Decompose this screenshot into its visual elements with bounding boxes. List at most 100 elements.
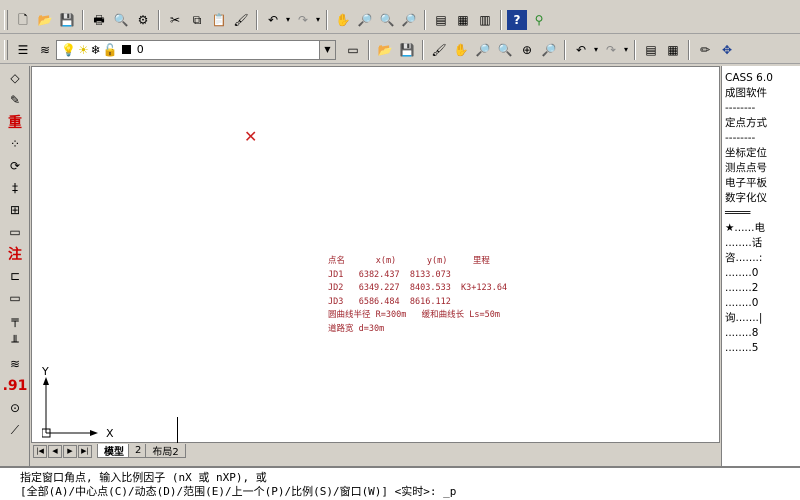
last-tab-icon[interactable]: ▶| xyxy=(78,444,92,458)
zoom-realtime-icon[interactable]: 🔎 xyxy=(355,10,375,30)
separator xyxy=(368,39,370,60)
screen-menu-item[interactable]: ........话 xyxy=(725,236,800,251)
screen-menu-item[interactable]: 电子平板 xyxy=(725,176,800,191)
screen-menu-item[interactable]: ........0 xyxy=(725,296,800,311)
pan-icon[interactable]: ✋ xyxy=(451,40,471,60)
screen-menu-item[interactable]: 成图软件 xyxy=(725,86,800,101)
command-prompt-line: [全部(A)/中心点(C)/动态(D)/范围(E)/上一个(P)/比例(S)/窗… xyxy=(20,485,457,498)
next-tab-icon[interactable]: ▶ xyxy=(63,444,77,458)
zoom-all-icon[interactable]: ⊕ xyxy=(517,40,537,60)
plot-icon[interactable]: ⚙ xyxy=(133,10,153,30)
separator xyxy=(158,9,160,30)
grid-points-icon[interactable]: ⁘ xyxy=(3,134,27,154)
rectangle-icon[interactable]: ⊏ xyxy=(3,266,27,286)
new-icon[interactable]: 🗋 xyxy=(13,10,33,30)
separator xyxy=(326,9,328,30)
screen-menu-item[interactable]: -------- xyxy=(725,131,800,146)
command-line[interactable]: 指定窗口角点, 输入比例因子 (nX 或 nXP), 或 [全部(A)/中心点(… xyxy=(0,466,800,500)
design-center-icon[interactable]: ▦ xyxy=(453,10,473,30)
redo-icon[interactable]: ↷ xyxy=(293,10,313,30)
cut-icon[interactable]: ✂ xyxy=(165,10,185,30)
undo-icon[interactable]: ↶ xyxy=(571,40,591,60)
open-icon[interactable]: 📂 xyxy=(375,40,395,60)
screen-menu-item[interactable]: 测点点号 xyxy=(725,161,800,176)
wall-icon[interactable]: ╤ xyxy=(3,310,27,330)
toolbar-grip[interactable] xyxy=(4,39,8,60)
layer-manager-icon[interactable]: ☰ xyxy=(13,40,33,60)
box-icon[interactable]: ▭ xyxy=(3,288,27,308)
zoom-realtime-icon[interactable]: 🔎 xyxy=(473,40,493,60)
properties-icon[interactable]: ▤ xyxy=(431,10,451,30)
drawing-text-line: JD3 6586.484 8616.112 xyxy=(328,296,451,307)
screen-menu-item[interactable]: ........8 xyxy=(725,326,800,341)
standard-toolbar: 🗋 📂 💾 🖶 🔍 ⚙ ✂ ⧉ 📋 🖌 ↶ ▾ ↷ ▾ ✋ 🔎 🔍 🔎 ▤ ▦ … xyxy=(0,6,800,34)
first-tab-icon[interactable]: |◀ xyxy=(33,444,47,458)
redo-dropdown-icon[interactable]: ▾ xyxy=(314,15,322,24)
pencil-icon[interactable]: ✏ xyxy=(695,40,715,60)
undo-dropdown-icon[interactable]: ▾ xyxy=(592,45,600,54)
line-icon[interactable]: ⟋ xyxy=(3,420,27,440)
rotate-icon[interactable]: ⟳ xyxy=(3,156,27,176)
screen-menu-item[interactable]: 数字化仪 xyxy=(725,191,800,206)
help-icon[interactable]: ? xyxy=(507,9,527,30)
zoom-window-icon[interactable]: 🔍 xyxy=(377,10,397,30)
annotation-icon[interactable]: 注 xyxy=(3,244,27,264)
print-icon[interactable]: 🖶 xyxy=(89,10,109,30)
layer-dropdown[interactable]: 💡 ☀ ❄ 🔓 0 ▼ xyxy=(56,39,336,60)
tool-palette-icon[interactable]: ▥ xyxy=(475,10,495,30)
chevron-down-icon[interactable]: ▼ xyxy=(319,40,335,59)
control-point-icon[interactable]: ⊙ xyxy=(3,398,27,418)
scale-bar-icon[interactable]: ▭ xyxy=(3,222,27,242)
layer-value: 0 xyxy=(136,43,144,56)
zoom-previous-icon[interactable]: 🔎 xyxy=(399,10,419,30)
save-icon[interactable]: 💾 xyxy=(397,40,417,60)
edit-icon[interactable]: ✎ xyxy=(3,90,27,110)
save-icon[interactable]: 💾 xyxy=(57,10,77,30)
screen-menu-item[interactable]: CASS 6.0 xyxy=(725,71,800,86)
elevation-icon[interactable]: .91 xyxy=(3,376,28,396)
matchprop-icon[interactable]: 🖌 xyxy=(429,40,449,60)
screen-menu-item[interactable]: 咨.......: xyxy=(725,251,800,266)
layer-previous-icon[interactable]: ≋ xyxy=(35,40,55,60)
point-icon[interactable]: ◇ xyxy=(3,68,27,88)
screen-menu-item[interactable]: ........0 xyxy=(725,266,800,281)
pipeline-icon[interactable]: ≋ xyxy=(3,354,27,374)
toolbar-grip[interactable] xyxy=(4,9,8,30)
screen-menu-item[interactable]: 定点方式 xyxy=(725,116,800,131)
ucs-icon: Y X xyxy=(42,367,114,439)
undo-dropdown-icon[interactable]: ▾ xyxy=(284,15,292,24)
preview-icon[interactable]: 🔍 xyxy=(111,10,131,30)
screen-menu-item[interactable]: ........5 xyxy=(725,341,800,356)
properties-icon[interactable]: ▤ xyxy=(641,40,661,60)
prev-tab-icon[interactable]: ◀ xyxy=(48,444,62,458)
freeze-icon: ❄ xyxy=(90,42,101,57)
matchprop-icon[interactable]: 🖌 xyxy=(231,10,251,30)
screen-menu-item[interactable]: 询.......| xyxy=(725,311,800,326)
screen-menu-item[interactable]: ════ xyxy=(725,206,800,221)
dimension-icon[interactable]: ‡ xyxy=(3,178,27,198)
screen-menu-item[interactable]: ........2 xyxy=(725,281,800,296)
drawing-canvas[interactable]: ✕ 点名 x(m) y(m) 里程 JD1 6382.437 8133.073 JD… xyxy=(31,66,720,444)
open-icon[interactable]: 📂 xyxy=(35,10,55,30)
move-icon[interactable]: ✥ xyxy=(717,40,737,60)
fence-icon[interactable]: ╨ xyxy=(3,332,27,352)
tab-layout2[interactable]: 布局2 xyxy=(145,444,186,458)
zoom-window-icon[interactable]: 🔍 xyxy=(495,40,515,60)
screen-menu-item[interactable]: ★......电 xyxy=(725,221,800,236)
screen-menu-item[interactable]: -------- xyxy=(725,101,800,116)
redraw-icon[interactable]: 重 xyxy=(3,112,27,132)
link-icon[interactable]: ⚲ xyxy=(529,10,549,30)
zoom-previous-icon[interactable]: 🔎 xyxy=(539,40,559,60)
make-object-layer-icon[interactable]: ▭ xyxy=(343,40,363,60)
tab-model[interactable]: 模型 xyxy=(97,444,131,458)
paste-icon[interactable]: 📋 xyxy=(209,10,229,30)
copy-icon[interactable]: ⧉ xyxy=(187,10,207,30)
hatch-icon[interactable]: ⊞ xyxy=(3,200,27,220)
lightbulb-icon: 💡 xyxy=(61,42,76,57)
redo-dropdown-icon[interactable]: ▾ xyxy=(622,45,630,54)
redo-icon[interactable]: ↷ xyxy=(601,40,621,60)
undo-icon[interactable]: ↶ xyxy=(263,10,283,30)
pan-icon[interactable]: ✋ xyxy=(333,10,353,30)
design-center-icon[interactable]: ▦ xyxy=(663,40,683,60)
screen-menu-item[interactable]: 坐标定位 xyxy=(725,146,800,161)
